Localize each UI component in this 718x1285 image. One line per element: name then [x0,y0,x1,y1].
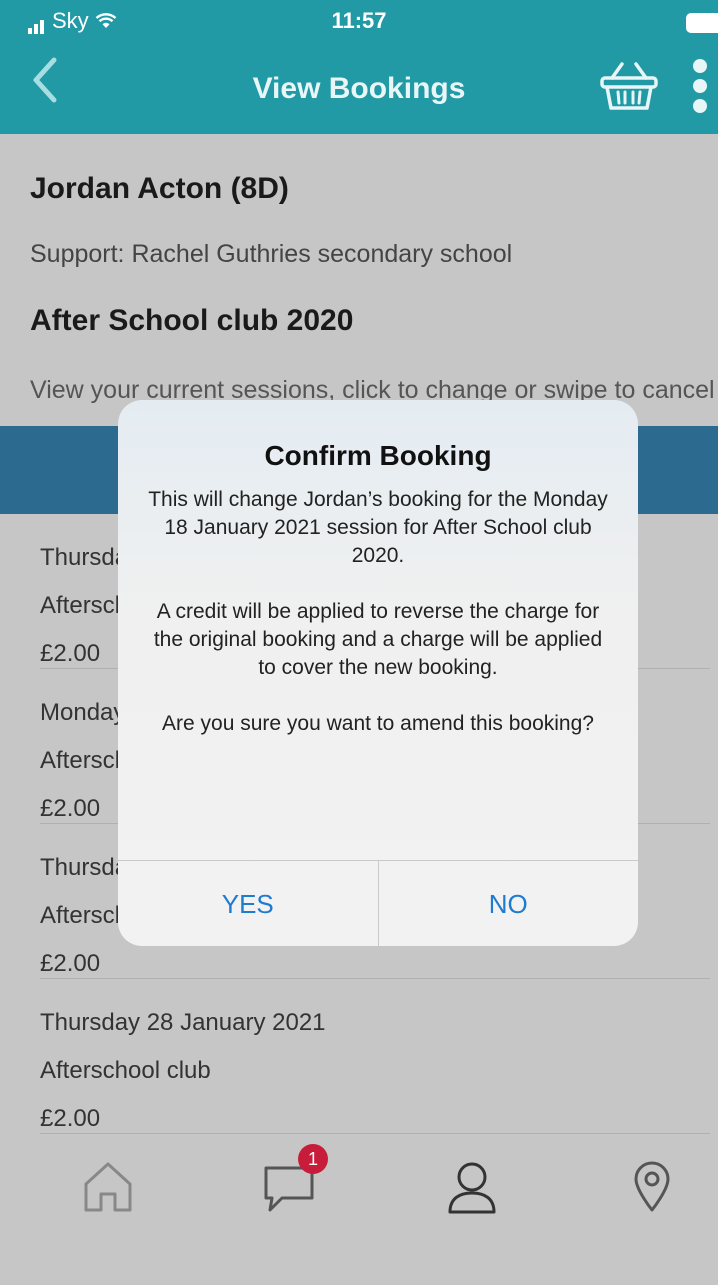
dialog-message-question: Are you sure you want to amend this book… [162,712,594,735]
dialog-message-change: This will change Jordan’s booking for th… [148,488,608,567]
no-button[interactable]: NO [379,861,639,946]
yes-button[interactable]: YES [118,861,379,946]
confirm-booking-dialog: Confirm Booking This will change Jordan’… [118,400,638,946]
dialog-message-credit: A credit will be applied to reverse the … [153,600,603,679]
dialog-buttons: YES NO [118,860,638,946]
dialog-message: This will change Jordan’s booking for th… [148,486,608,766]
modal-overlay: Confirm Booking This will change Jordan’… [0,0,718,1285]
dialog-title: Confirm Booking [264,440,492,471]
